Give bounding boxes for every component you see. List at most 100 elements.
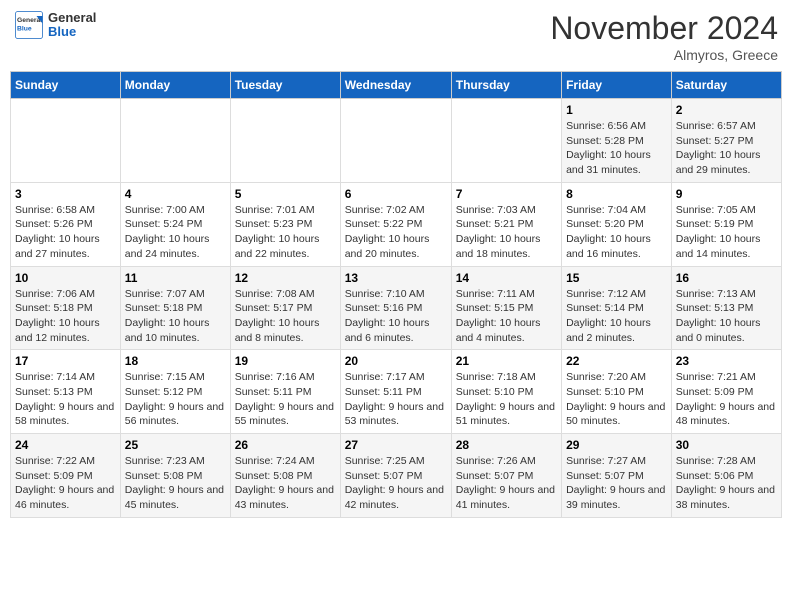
day-info: Sunrise: 7:17 AM Sunset: 5:11 PM Dayligh… — [345, 370, 447, 429]
day-info: Sunrise: 7:07 AM Sunset: 5:18 PM Dayligh… — [125, 287, 226, 346]
calendar-cell — [230, 99, 340, 183]
day-number: 18 — [125, 354, 226, 368]
calendar-cell: 26 Sunrise: 7:24 AM Sunset: 5:08 PM Dayli… — [230, 434, 340, 518]
calendar-cell: 11Sunrise: 7:07 AM Sunset: 5:18 PM Dayli… — [120, 266, 230, 350]
day-info: Sunrise: 7:16 AM Sunset: 5:11 PM Dayligh… — [235, 370, 336, 429]
day-number: 8 — [566, 187, 667, 201]
day-number: 7 — [456, 187, 557, 201]
calendar-cell — [340, 99, 451, 183]
day-info: Sunrise: 7:13 AM Sunset: 5:13 PM Dayligh… — [676, 287, 777, 346]
logo-blue: Blue — [48, 25, 96, 39]
day-info: Sunrise: 7:12 AM Sunset: 5:14 PM Dayligh… — [566, 287, 667, 346]
calendar-cell: 22 Sunrise: 7:20 AM Sunset: 5:10 PM Dayli… — [562, 350, 672, 434]
calendar-week-row: 3Sunrise: 6:58 AM Sunset: 5:26 PM Daylig… — [11, 182, 782, 266]
day-info: Sunrise: 6:56 AM Sunset: 5:28 PM Dayligh… — [566, 119, 667, 178]
calendar-cell: 9 Sunrise: 7:05 AM Sunset: 5:19 PM Daylig… — [671, 182, 781, 266]
day-number: 19 — [235, 354, 336, 368]
weekday-header-tuesday: Tuesday — [230, 72, 340, 99]
day-number: 26 — [235, 438, 336, 452]
calendar-cell: 13 Sunrise: 7:10 AM Sunset: 5:16 PM Dayli… — [340, 266, 451, 350]
day-info: Sunrise: 7:14 AM Sunset: 5:13 PM Dayligh… — [15, 370, 116, 429]
weekday-header-friday: Friday — [562, 72, 672, 99]
location: Almyros, Greece — [550, 47, 778, 63]
day-number: 16 — [676, 271, 777, 285]
day-number: 29 — [566, 438, 667, 452]
calendar-cell: 19 Sunrise: 7:16 AM Sunset: 5:11 PM Dayli… — [230, 350, 340, 434]
calendar-cell: 20 Sunrise: 7:17 AM Sunset: 5:11 PM Dayli… — [340, 350, 451, 434]
day-number: 30 — [676, 438, 777, 452]
calendar-cell: 10 Sunrise: 7:06 AM Sunset: 5:18 PM Dayli… — [11, 266, 121, 350]
calendar-cell: 30 Sunrise: 7:28 AM Sunset: 5:06 PM Dayli… — [671, 434, 781, 518]
day-info: Sunrise: 6:58 AM Sunset: 5:26 PM Dayligh… — [15, 203, 116, 262]
day-info: Sunrise: 7:15 AM Sunset: 5:12 PM Dayligh… — [125, 370, 226, 429]
day-info: Sunrise: 7:26 AM Sunset: 5:07 PM Dayligh… — [456, 454, 557, 513]
calendar-cell: 21 Sunrise: 7:18 AM Sunset: 5:10 PM Dayli… — [451, 350, 561, 434]
weekday-header-thursday: Thursday — [451, 72, 561, 99]
day-info: Sunrise: 7:28 AM Sunset: 5:06 PM Dayligh… — [676, 454, 777, 513]
day-number: 9 — [676, 187, 777, 201]
weekday-header-monday: Monday — [120, 72, 230, 99]
calendar-cell: 28 Sunrise: 7:26 AM Sunset: 5:07 PM Dayli… — [451, 434, 561, 518]
day-number: 20 — [345, 354, 447, 368]
day-number: 5 — [235, 187, 336, 201]
day-info: Sunrise: 7:04 AM Sunset: 5:20 PM Dayligh… — [566, 203, 667, 262]
calendar-cell: 27 Sunrise: 7:25 AM Sunset: 5:07 PM Dayli… — [340, 434, 451, 518]
calendar-cell: 8 Sunrise: 7:04 AM Sunset: 5:20 PM Daylig… — [562, 182, 672, 266]
calendar-cell — [451, 99, 561, 183]
day-info: Sunrise: 7:18 AM Sunset: 5:10 PM Dayligh… — [456, 370, 557, 429]
calendar-week-row: 17 Sunrise: 7:14 AM Sunset: 5:13 PM Dayli… — [11, 350, 782, 434]
calendar-cell — [120, 99, 230, 183]
logo-icon: General Blue — [14, 10, 44, 40]
page-header: General Blue General Blue November 2024 … — [10, 10, 782, 63]
day-info: Sunrise: 7:00 AM Sunset: 5:24 PM Dayligh… — [125, 203, 226, 262]
day-number: 22 — [566, 354, 667, 368]
calendar-cell: 29 Sunrise: 7:27 AM Sunset: 5:07 PM Dayli… — [562, 434, 672, 518]
day-info: Sunrise: 7:22 AM Sunset: 5:09 PM Dayligh… — [15, 454, 116, 513]
calendar-cell: 12Sunrise: 7:08 AM Sunset: 5:17 PM Dayli… — [230, 266, 340, 350]
day-number: 23 — [676, 354, 777, 368]
day-info: Sunrise: 7:24 AM Sunset: 5:08 PM Dayligh… — [235, 454, 336, 513]
svg-text:Blue: Blue — [17, 25, 32, 32]
calendar-cell: 15 Sunrise: 7:12 AM Sunset: 5:14 PM Dayli… — [562, 266, 672, 350]
day-number: 25 — [125, 438, 226, 452]
day-info: Sunrise: 7:06 AM Sunset: 5:18 PM Dayligh… — [15, 287, 116, 346]
day-info: Sunrise: 7:08 AM Sunset: 5:17 PM Dayligh… — [235, 287, 336, 346]
logo: General Blue General Blue — [14, 10, 96, 40]
day-number: 27 — [345, 438, 447, 452]
calendar-cell: 25 Sunrise: 7:23 AM Sunset: 5:08 PM Dayli… — [120, 434, 230, 518]
day-info: Sunrise: 7:20 AM Sunset: 5:10 PM Dayligh… — [566, 370, 667, 429]
weekday-header-wednesday: Wednesday — [340, 72, 451, 99]
calendar-cell — [11, 99, 121, 183]
day-info: Sunrise: 7:02 AM Sunset: 5:22 PM Dayligh… — [345, 203, 447, 262]
day-number: 28 — [456, 438, 557, 452]
calendar-cell: 6Sunrise: 7:02 AM Sunset: 5:22 PM Daylig… — [340, 182, 451, 266]
day-number: 10 — [15, 271, 116, 285]
day-number: 13 — [345, 271, 447, 285]
day-number: 2 — [676, 103, 777, 117]
calendar-cell: 4Sunrise: 7:00 AM Sunset: 5:24 PM Daylig… — [120, 182, 230, 266]
calendar-week-row: 24Sunrise: 7:22 AM Sunset: 5:09 PM Dayli… — [11, 434, 782, 518]
day-number: 14 — [456, 271, 557, 285]
day-number: 17 — [15, 354, 116, 368]
month-title: November 2024 — [550, 10, 778, 47]
weekday-header-sunday: Sunday — [11, 72, 121, 99]
day-info: Sunrise: 7:21 AM Sunset: 5:09 PM Dayligh… — [676, 370, 777, 429]
day-number: 21 — [456, 354, 557, 368]
weekday-header-row: SundayMondayTuesdayWednesdayThursdayFrid… — [11, 72, 782, 99]
calendar-cell: 2Sunrise: 6:57 AM Sunset: 5:27 PM Daylig… — [671, 99, 781, 183]
day-info: Sunrise: 7:23 AM Sunset: 5:08 PM Dayligh… — [125, 454, 226, 513]
logo-general: General — [48, 11, 96, 25]
day-info: Sunrise: 7:05 AM Sunset: 5:19 PM Dayligh… — [676, 203, 777, 262]
calendar-cell: 24Sunrise: 7:22 AM Sunset: 5:09 PM Dayli… — [11, 434, 121, 518]
calendar-cell: 17 Sunrise: 7:14 AM Sunset: 5:13 PM Dayli… — [11, 350, 121, 434]
calendar-week-row: 10 Sunrise: 7:06 AM Sunset: 5:18 PM Dayli… — [11, 266, 782, 350]
day-info: Sunrise: 7:10 AM Sunset: 5:16 PM Dayligh… — [345, 287, 447, 346]
calendar-cell: 5 Sunrise: 7:01 AM Sunset: 5:23 PM Daylig… — [230, 182, 340, 266]
title-block: November 2024 Almyros, Greece — [550, 10, 778, 63]
day-info: Sunrise: 7:27 AM Sunset: 5:07 PM Dayligh… — [566, 454, 667, 513]
day-number: 15 — [566, 271, 667, 285]
calendar-cell: 23 Sunrise: 7:21 AM Sunset: 5:09 PM Dayli… — [671, 350, 781, 434]
day-info: Sunrise: 7:25 AM Sunset: 5:07 PM Dayligh… — [345, 454, 447, 513]
day-info: Sunrise: 7:01 AM Sunset: 5:23 PM Dayligh… — [235, 203, 336, 262]
calendar-cell: 1Sunrise: 6:56 AM Sunset: 5:28 PM Daylig… — [562, 99, 672, 183]
